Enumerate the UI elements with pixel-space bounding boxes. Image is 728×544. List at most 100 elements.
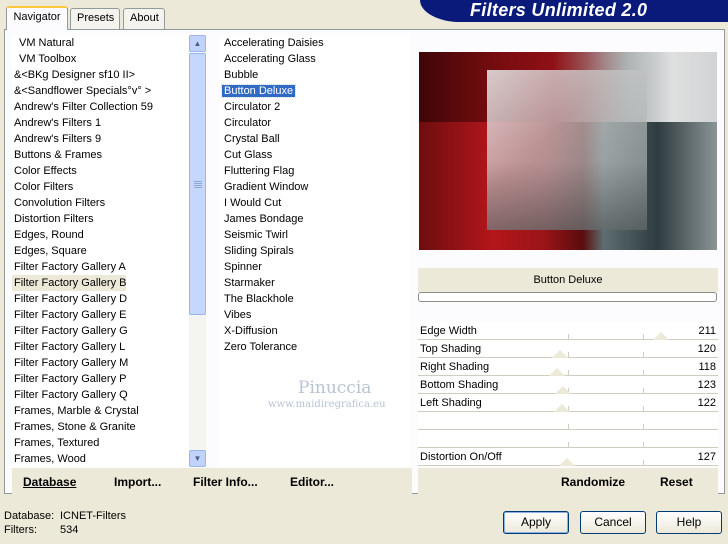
parameter-slider xyxy=(418,430,718,448)
cancel-button[interactable]: Cancel xyxy=(580,511,646,534)
filter-item[interactable]: Bubble xyxy=(220,67,410,83)
filter-item[interactable]: Starmaker xyxy=(220,275,410,291)
filter-item[interactable]: Seismic Twirl xyxy=(220,227,410,243)
category-item[interactable]: Filter Factory Gallery A xyxy=(12,259,190,275)
parameter-slider xyxy=(418,412,718,430)
slider-value: 211 xyxy=(698,325,716,337)
import-button[interactable]: Import... xyxy=(114,475,161,489)
slider-label: Right Shading xyxy=(420,361,490,373)
selected-filter-label: Button Deluxe xyxy=(220,84,297,98)
slider-label: Distortion On/Off xyxy=(420,451,502,463)
scroll-thumb[interactable] xyxy=(189,53,206,315)
filter-item[interactable]: Zero Tolerance xyxy=(220,339,410,355)
slider-value: 122 xyxy=(697,397,716,409)
filter-item[interactable]: X-Diffusion xyxy=(220,323,410,339)
apply-button[interactable]: Apply xyxy=(503,511,569,534)
parameter-slider[interactable]: Edge Width 211 xyxy=(418,322,718,340)
filter-item[interactable]: Fluttering Flag xyxy=(220,163,410,179)
slider-label: Bottom Shading xyxy=(420,379,499,391)
slider-label: Left Shading xyxy=(420,397,482,409)
category-item[interactable]: Edges, Round xyxy=(12,227,190,243)
category-item[interactable]: Andrew's Filter Collection 59 xyxy=(12,99,190,115)
scroll-down-icon[interactable]: ▼ xyxy=(189,450,206,467)
category-item[interactable]: Buttons & Frames xyxy=(12,147,190,163)
category-item[interactable]: Filter Factory Gallery B xyxy=(12,275,126,291)
filter-item[interactable]: Gradient Window xyxy=(220,179,410,195)
filter-item[interactable]: James Bondage xyxy=(220,211,410,227)
slider-thumb[interactable] xyxy=(553,404,570,412)
filter-item[interactable]: The Blackhole xyxy=(220,291,410,307)
slider-thumb[interactable] xyxy=(549,368,566,376)
category-item[interactable]: Frames, Marble & Crystal xyxy=(12,403,190,419)
parameter-slider[interactable]: Right Shading 118 xyxy=(418,358,718,376)
status-database-value: ICNET-Filters xyxy=(60,510,126,522)
category-item[interactable]: Filter Factory Gallery E xyxy=(12,307,190,323)
category-item[interactable]: Distortion Filters xyxy=(12,211,190,227)
category-scrollbar[interactable]: ▲ ▼ xyxy=(189,35,206,467)
filter-item[interactable]: Crystal Ball xyxy=(220,131,410,147)
slider-thumb[interactable] xyxy=(551,350,568,358)
category-item[interactable]: VM Natural xyxy=(12,35,190,51)
database-button[interactable]: Database xyxy=(23,475,76,489)
parameter-sliders: Edge Width 211 Top Shading 120 Right Shading… xyxy=(418,322,718,466)
banner-title: Filters Unlimited 2.0 xyxy=(470,0,648,20)
category-item[interactable]: Filter Factory Gallery G xyxy=(12,323,190,339)
filter-item[interactable]: Accelerating Glass xyxy=(220,51,410,67)
category-item[interactable]: Frames, Textured xyxy=(12,435,190,451)
tab-navigator[interactable]: Navigator xyxy=(6,6,68,30)
filter-item[interactable]: Circulator 2 xyxy=(220,99,410,115)
category-item[interactable]: Color Effects xyxy=(12,163,190,179)
category-item[interactable]: &<BKg Designer sf10 II> xyxy=(12,67,190,83)
scroll-up-icon[interactable]: ▲ xyxy=(189,35,206,52)
category-item[interactable]: Filter Factory Gallery Q xyxy=(12,387,190,403)
title-banner: Filters Unlimited 2.0 xyxy=(420,0,728,22)
status-filters-label: Filters: xyxy=(4,524,37,536)
slider-value: 127 xyxy=(697,451,716,463)
randomize-button[interactable]: Randomize xyxy=(561,475,625,489)
filter-info-button[interactable]: Filter Info... xyxy=(193,475,258,489)
filter-item[interactable]: Accelerating Daisies xyxy=(220,35,410,51)
parameter-slider[interactable]: Left Shading 122 xyxy=(418,394,718,412)
slider-thumb[interactable] xyxy=(652,332,669,340)
slider-value: 118 xyxy=(698,361,716,373)
parameter-slider[interactable]: Top Shading 120 xyxy=(418,340,718,358)
filter-item[interactable]: Button Deluxe xyxy=(220,83,410,99)
reset-button[interactable]: Reset xyxy=(660,475,693,489)
parameter-slider[interactable]: Distortion On/Off 127 xyxy=(418,448,718,466)
category-item[interactable]: Andrew's Filters 9 xyxy=(12,131,190,147)
slider-thumb[interactable] xyxy=(554,386,571,394)
filter-item[interactable]: Sliding Spirals xyxy=(220,243,410,259)
filter-item[interactable]: Cut Glass xyxy=(220,147,410,163)
category-item[interactable]: Filter Factory Gallery P xyxy=(12,371,190,387)
category-item[interactable]: VM Toolbox xyxy=(12,51,190,67)
slider-label: Top Shading xyxy=(420,343,482,355)
slider-thumb[interactable] xyxy=(559,458,576,466)
help-button[interactable]: Help xyxy=(656,511,722,534)
tab-about[interactable]: About xyxy=(123,8,165,29)
category-item[interactable]: Edges, Square xyxy=(12,243,190,259)
filter-preview-image[interactable] xyxy=(419,52,717,250)
category-item[interactable]: Filter Factory Gallery L xyxy=(12,339,190,355)
category-item[interactable]: Color Filters xyxy=(12,179,190,195)
category-item[interactable]: Filter Factory Gallery M xyxy=(12,355,190,371)
progress-bar xyxy=(418,292,717,302)
filter-name-label: Button Deluxe xyxy=(418,268,718,292)
category-item[interactable]: Filter Factory Gallery D xyxy=(12,291,190,307)
status-database-label: Database: xyxy=(4,510,55,522)
filter-item[interactable]: Vibes xyxy=(220,307,410,323)
slider-label: Edge Width xyxy=(420,325,477,337)
watermark-url: www.maidiregrafica.eu xyxy=(268,399,386,410)
filter-item[interactable]: Spinner xyxy=(220,259,410,275)
filter-item[interactable]: Circulator xyxy=(220,115,410,131)
slider-value: 120 xyxy=(697,343,716,355)
category-item[interactable]: Andrew's Filters 1 xyxy=(12,115,190,131)
filter-item[interactable]: I Would Cut xyxy=(220,195,410,211)
category-item[interactable]: Convolution Filters xyxy=(12,195,190,211)
category-list[interactable]: VM Natural VM Toolbox &<BKg Designer sf10 … xyxy=(12,35,190,467)
editor-button[interactable]: Editor... xyxy=(290,475,334,489)
category-item[interactable]: &<Sandflower Specials°v° > xyxy=(12,83,190,99)
category-item[interactable]: Frames, Stone & Granite xyxy=(12,419,190,435)
parameter-slider[interactable]: Bottom Shading 123 xyxy=(418,376,718,394)
tab-presets[interactable]: Presets xyxy=(70,8,120,29)
category-item[interactable]: Frames, Wood xyxy=(12,451,190,467)
